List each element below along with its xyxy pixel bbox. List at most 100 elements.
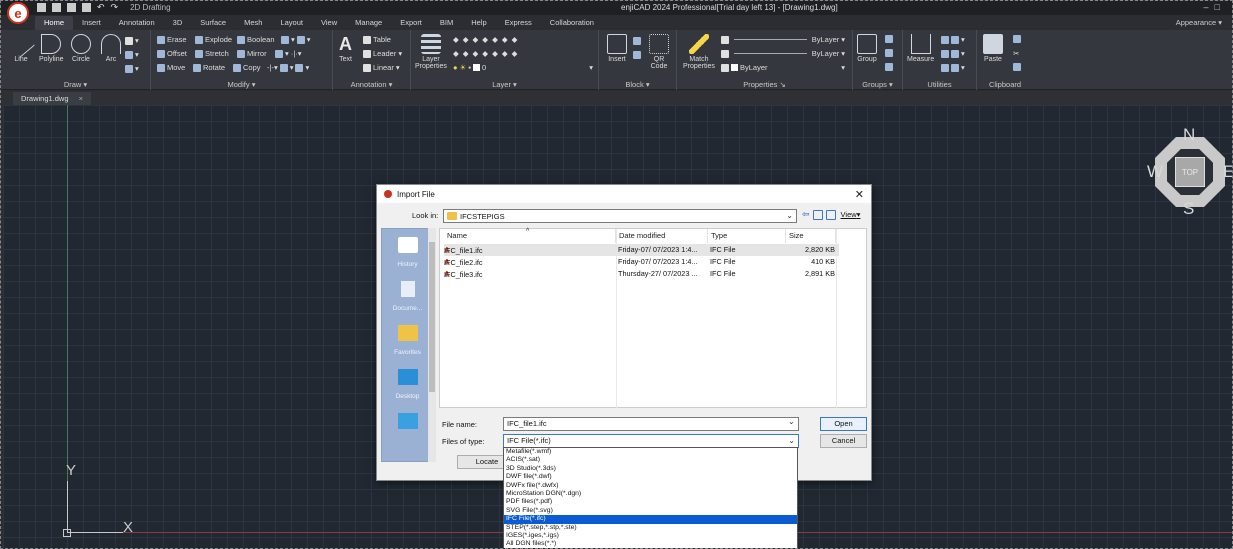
workspace-selector[interactable]: 2D Drafting (130, 3, 170, 12)
layer-panel-title[interactable]: Layer ▾ (411, 80, 598, 89)
app-logo[interactable]: e (7, 2, 29, 24)
filetype-option[interactable]: STEP(*.step,*.stp,*.ste) (504, 524, 797, 532)
linear-button[interactable]: Linear ▾ (363, 63, 400, 72)
file-name-chevron-icon[interactable]: ⌄ (788, 417, 795, 426)
group-button[interactable]: Group (857, 34, 877, 63)
mirror-button[interactable]: Mirror (237, 49, 267, 58)
table-button[interactable]: Table (363, 35, 391, 44)
close-tab-icon[interactable]: × (79, 94, 83, 103)
layer-dropdown[interactable]: ● ☀ ▪ 0 ▾ (453, 63, 593, 72)
circle-button[interactable]: Circle (71, 34, 91, 63)
tab-view[interactable]: View (312, 16, 346, 30)
file-name-input[interactable]: IFC_file1.ifc (503, 417, 799, 431)
lineweight-dropdown[interactable]: ByLayer ▾ (721, 63, 845, 72)
document-tab[interactable]: Drawing1.dwg × (13, 92, 92, 105)
place-network[interactable] (382, 413, 433, 437)
modify-panel-title[interactable]: Modify ▾ (151, 80, 332, 89)
ungroup-button[interactable] (885, 35, 893, 43)
clipboard-panel-title[interactable]: Clipboard (977, 80, 1033, 89)
print-icon[interactable] (82, 3, 91, 12)
tab-express[interactable]: Express (496, 16, 541, 30)
filetype-option[interactable]: Metafile(*.wmf) (504, 448, 797, 456)
block-panel-title[interactable]: Block ▾ (599, 80, 676, 89)
color-dropdown[interactable]: ByLayer ▾ (721, 35, 845, 44)
column-header-date[interactable]: Date modified (616, 229, 708, 243)
table-row[interactable]: A IFC_file2.ifc Friday-07/ 07/2023 1:4...… (444, 256, 839, 268)
tab-layout[interactable]: Layout (271, 16, 312, 30)
places-scrollbar-thumb[interactable] (429, 242, 435, 392)
tab-3d[interactable]: 3D (164, 16, 192, 30)
view-menu[interactable]: View▾ (841, 210, 861, 219)
table-row[interactable]: A IFC_file3.ifc Thursday-27/ 07/2023 ... … (444, 268, 839, 280)
paste-button[interactable]: Paste (983, 34, 1003, 63)
place-favorites[interactable]: Favorites (382, 325, 433, 356)
angle-button[interactable]: ▾ (941, 35, 965, 44)
utilities-panel-title[interactable]: Utilities (903, 80, 976, 89)
group-edit-button[interactable] (885, 49, 893, 57)
group-select-button[interactable] (885, 63, 893, 71)
filetype-option[interactable]: IGES(*.iges,*.igs) (504, 532, 797, 540)
array-button[interactable]: ▾ ▾ (281, 35, 311, 44)
tab-collaboration[interactable]: Collaboration (541, 16, 603, 30)
layer-tools-row-2[interactable]: ◆◆◆◆◆◆◆ (453, 49, 521, 58)
cut-button[interactable]: ✂ (1013, 49, 1019, 58)
ellipse-button[interactable]: ▾ (125, 50, 139, 59)
filetype-option[interactable]: MicroStation DGN(*.dgn) (504, 490, 797, 498)
filetype-option[interactable]: SVG File(*.svg) (504, 507, 797, 515)
column-header-size[interactable]: Size (786, 229, 836, 243)
tab-annotation[interactable]: Annotation (110, 16, 164, 30)
linetype-dropdown[interactable]: ByLayer ▾ (721, 49, 845, 58)
stretch-button[interactable]: Stretch (195, 49, 229, 58)
places-scrollbar[interactable] (428, 228, 436, 462)
save-icon[interactable] (67, 3, 76, 12)
hatch-button[interactable]: ▾ (125, 36, 139, 45)
tab-export[interactable]: Export (391, 16, 431, 30)
tab-insert[interactable]: Insert (73, 16, 110, 30)
viewcube-top-face[interactable]: TOP (1175, 157, 1205, 187)
line-button[interactable]: Line (6, 29, 36, 63)
close-icon[interactable]: ✕ (855, 188, 864, 201)
redo-icon[interactable]: ↷ (111, 2, 119, 13)
tab-manage[interactable]: Manage (346, 16, 391, 30)
place-documents[interactable]: Docume... (382, 281, 433, 312)
open-button[interactable]: Open (820, 417, 867, 431)
calculator-button[interactable]: ▾ (941, 49, 965, 58)
viewcube[interactable]: TOP N S W E (1141, 125, 1232, 219)
rectangle-button[interactable]: ▾ (125, 64, 139, 73)
rotate-button[interactable]: Rotate (193, 63, 225, 72)
cancel-button[interactable]: Cancel (820, 434, 867, 448)
draw-panel-title[interactable]: Draw ▾ (1, 80, 150, 89)
tab-home[interactable]: Home (35, 16, 74, 30)
column-header-type[interactable]: Type (708, 229, 786, 243)
tab-bim[interactable]: BIM (431, 16, 462, 30)
tab-mesh[interactable]: Mesh (235, 16, 271, 30)
filetype-option[interactable]: IFC File(*.ifc) (504, 515, 797, 524)
tab-help[interactable]: Help (462, 16, 495, 30)
table-row[interactable]: A IFC_file1.ifc Friday-07/ 07/2023 1:4...… (444, 244, 839, 256)
edit-block-button[interactable] (633, 51, 641, 59)
insert-button[interactable]: Insert (607, 34, 627, 63)
groups-panel-title[interactable]: Groups ▾ (853, 80, 902, 89)
window-controls[interactable]: –□ (1204, 2, 1226, 12)
tab-surface[interactable]: Surface (191, 16, 235, 30)
properties-panel-title[interactable]: Properties ↘ (677, 80, 852, 89)
create-block-button[interactable] (633, 37, 641, 45)
new-file-icon[interactable] (37, 3, 46, 12)
explode-button[interactable]: Explode (195, 35, 232, 44)
text-button[interactable]: A Text (339, 34, 352, 63)
erase-button[interactable]: Erase (157, 35, 187, 44)
copy-button[interactable]: Copy (233, 63, 261, 72)
back-icon[interactable]: ⇦ (802, 209, 810, 220)
undo-icon[interactable]: ↶ (97, 2, 105, 13)
arc-button[interactable]: Arc (101, 34, 121, 63)
compass-north[interactable]: N (1183, 125, 1195, 145)
layer-tools-row-1[interactable]: ◆◆◆◆◆◆◆ (453, 35, 521, 44)
copy-base-button[interactable] (1013, 63, 1021, 71)
match-properties-button[interactable]: Match Properties (683, 34, 715, 70)
polyline-button[interactable]: Polyline (39, 34, 64, 63)
look-in-dropdown[interactable]: IFCSTEPIGS ⌄ (443, 209, 797, 223)
files-of-type-dropdown[interactable]: IFC File(*.ifc) ⌄ (503, 434, 799, 448)
filetype-option[interactable]: All DGN files(*.*) (504, 540, 797, 548)
filetype-option[interactable]: 3D Studio(*.3ds) (504, 465, 797, 473)
up-folder-icon[interactable] (812, 209, 823, 220)
